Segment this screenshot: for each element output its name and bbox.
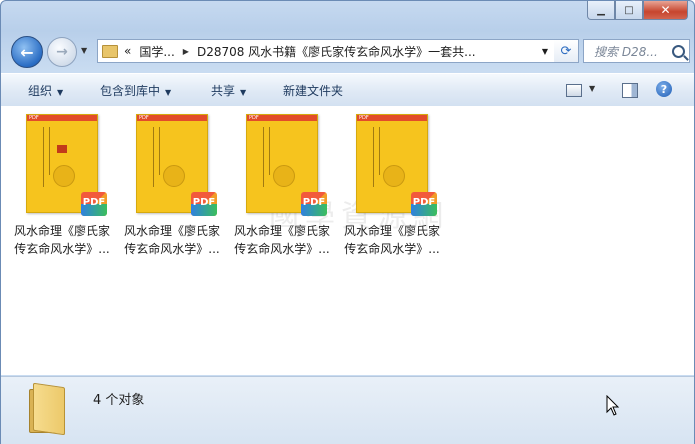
address-overflow[interactable]: «: [124, 44, 131, 58]
help-icon[interactable]: ?: [656, 81, 672, 97]
mouse-pointer-icon: [606, 395, 620, 416]
forward-button[interactable]: →: [47, 37, 77, 67]
file-item[interactable]: PDF PDF 风水命理《廖氏家 传玄命风水学》...: [118, 114, 226, 258]
pdf-thumbnail: PDF PDF: [136, 114, 217, 216]
organize-label: 组织: [28, 84, 53, 98]
pdf-icon: PDF: [301, 192, 327, 216]
explorer-window: ▁ □ ✕ ← → ▼ « 国学... ▶ D28708 风水书籍《廖氏家传玄命…: [0, 0, 695, 444]
chevron-down-icon: ▼: [57, 88, 64, 97]
minimize-icon: ▁: [597, 4, 605, 16]
thumbnail-badge: PDF: [27, 115, 97, 121]
folder-icon: [102, 44, 118, 58]
maximize-button[interactable]: □: [615, 1, 643, 20]
refresh-button[interactable]: ⟳: [554, 39, 579, 63]
preview-pane-icon[interactable]: [622, 83, 638, 98]
back-arrow-icon: ←: [20, 42, 34, 62]
chevron-down-icon: ▼: [240, 88, 247, 97]
organize-button[interactable]: 组织 ▼: [28, 82, 63, 99]
pdf-thumbnail: PDF PDF: [26, 114, 107, 216]
pdf-icon: PDF: [411, 192, 437, 216]
view-options-icon[interactable]: [566, 84, 582, 97]
folder-icon: [29, 382, 65, 436]
pdf-thumbnail: PDF PDF: [356, 114, 437, 216]
search-placeholder: 搜索 D28...: [594, 44, 658, 59]
item-count: 4 个对象: [93, 393, 145, 408]
command-bar: 组织 ▼ 包含到库中 ▼ 共享 ▼ 新建文件夹 ▼ ?: [1, 73, 694, 107]
file-name: 风水命理《廖氏家 传玄命风水学》...: [233, 224, 330, 256]
file-item[interactable]: PDF PDF 风水命理《廖氏家 传玄命风水学》...: [228, 114, 336, 258]
file-name: 风水命理《廖氏家 传玄命风水学》...: [343, 224, 440, 256]
close-icon: ✕: [660, 3, 671, 17]
search-input[interactable]: 搜索 D28...: [583, 39, 690, 63]
new-folder-button[interactable]: 新建文件夹: [283, 82, 343, 99]
pdf-icon: PDF: [191, 192, 217, 216]
maximize-icon: □: [624, 4, 634, 16]
details-pane: 4 个对象: [1, 376, 694, 444]
back-button[interactable]: ←: [11, 36, 43, 68]
share-label: 共享: [211, 84, 236, 98]
thumbnail-badge: PDF: [247, 115, 317, 121]
forward-arrow-icon: →: [56, 44, 68, 60]
file-item[interactable]: PDF PDF 风水命理《廖氏家 传玄命风水学》...: [338, 114, 446, 258]
close-button[interactable]: ✕: [643, 1, 688, 20]
breadcrumb-current[interactable]: D28708 风水书籍《廖氏家传玄命风水学》一套共...: [197, 43, 476, 60]
thumbnail-badge: PDF: [357, 115, 427, 121]
pdf-thumbnail: PDF PDF: [246, 114, 327, 216]
pdf-icon: PDF: [81, 192, 107, 216]
include-library-button[interactable]: 包含到库中 ▼: [100, 82, 171, 99]
address-dropdown-icon[interactable]: ▼: [542, 47, 548, 56]
recent-pages-dropdown[interactable]: ▼: [81, 46, 87, 55]
new-folder-label: 新建文件夹: [283, 84, 344, 98]
share-button[interactable]: 共享 ▼: [211, 82, 246, 99]
search-icon: [672, 44, 685, 58]
file-list[interactable]: 國學資源網 PDF PDF 风水命理《廖氏家 传玄命风水学》... PDF PDF…: [1, 106, 694, 375]
file-item[interactable]: PDF PDF 风水命理《廖氏家 传玄命风水学》...: [8, 114, 116, 258]
address-bar[interactable]: « 国学... ▶ D28708 风水书籍《廖氏家传玄命风水学》一套共... ▼: [97, 39, 555, 63]
file-name: 风水命理《廖氏家 传玄命风水学》...: [13, 224, 110, 256]
breadcrumb-separator-icon[interactable]: ▶: [183, 47, 189, 56]
breadcrumb-parent[interactable]: 国学...: [139, 43, 174, 60]
file-name: 风水命理《廖氏家 传玄命风水学》...: [123, 224, 220, 256]
refresh-icon: ⟳: [560, 43, 572, 59]
include-library-label: 包含到库中: [100, 84, 161, 98]
minimize-button[interactable]: ▁: [587, 1, 615, 20]
chevron-down-icon: ▼: [165, 88, 172, 97]
caption-buttons: ▁ □ ✕: [587, 1, 688, 20]
view-dropdown-icon[interactable]: ▼: [589, 84, 595, 93]
thumbnail-badge: PDF: [137, 115, 207, 121]
